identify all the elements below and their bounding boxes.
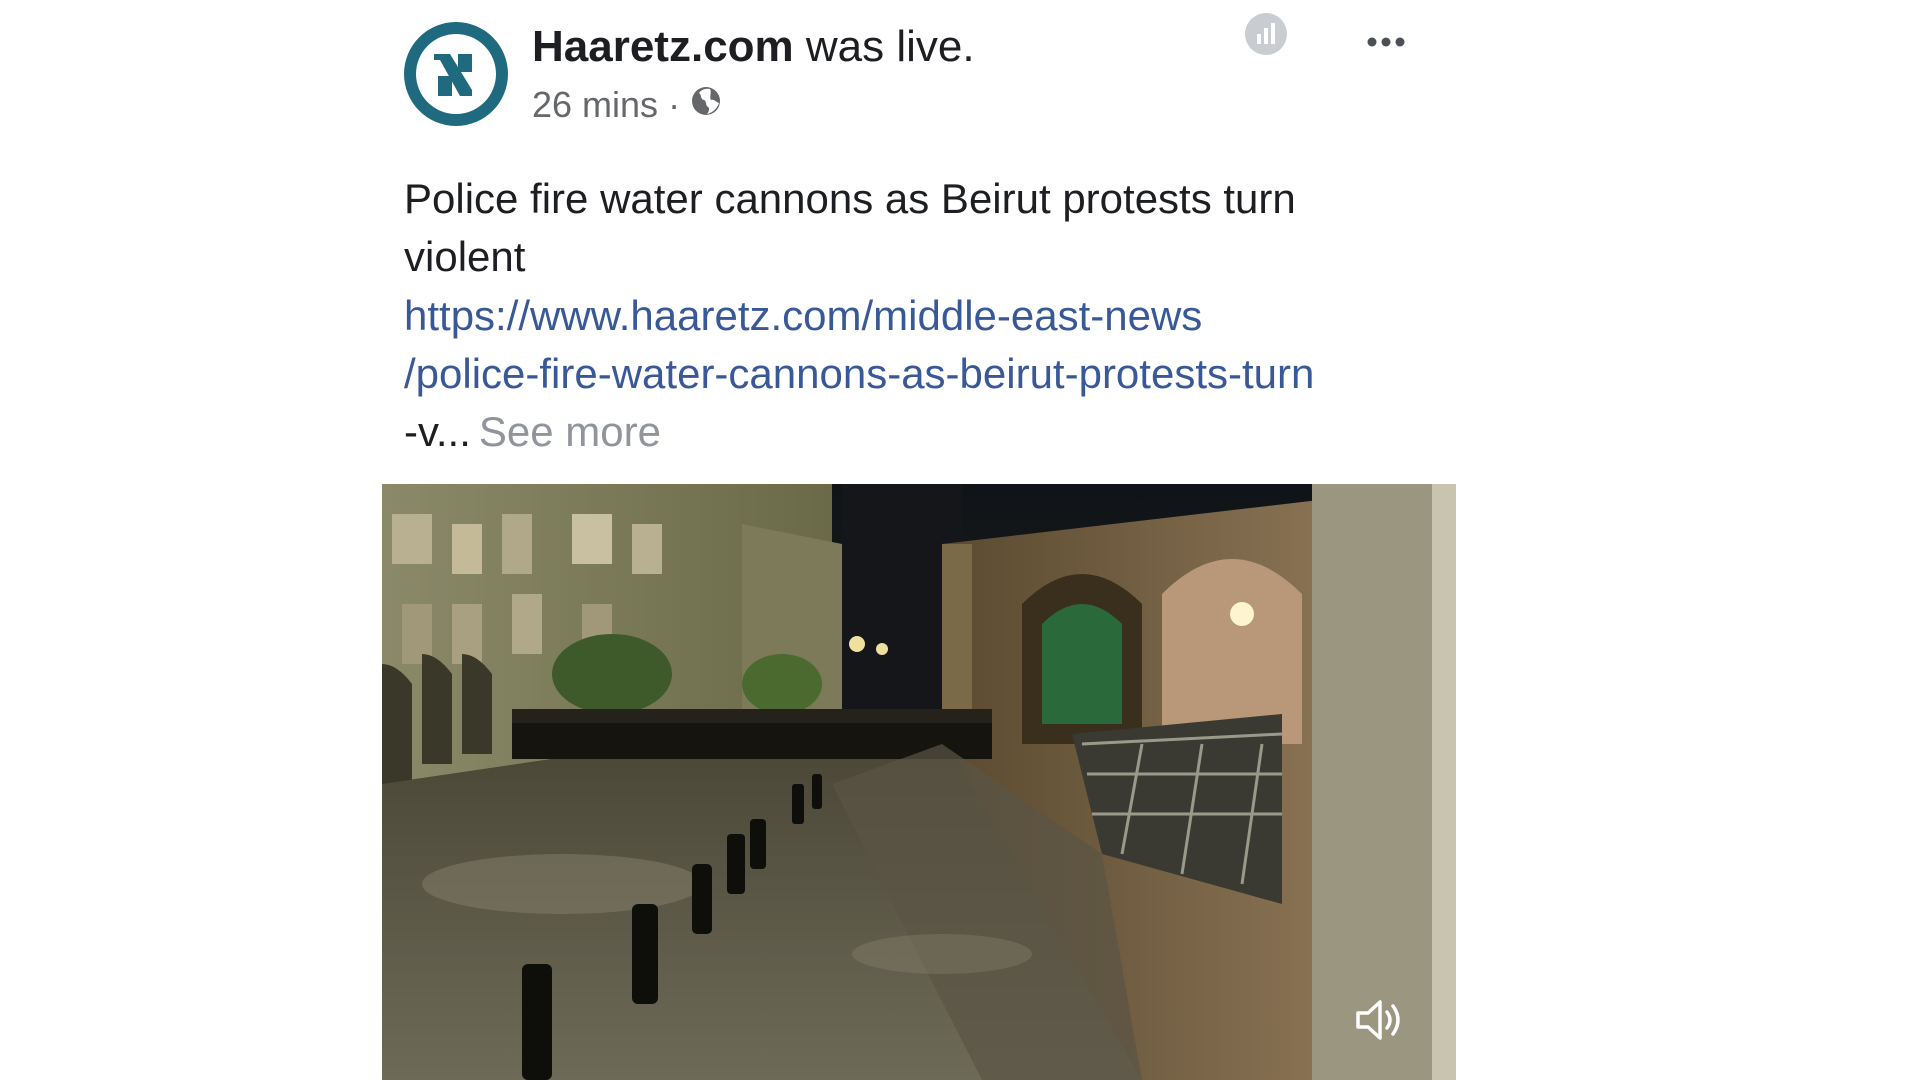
- link-line-2[interactable]: /police-fire-water-cannons-as-beirut-pro…: [404, 345, 1444, 403]
- video-frame: [382, 484, 1456, 1080]
- link-line-3-wrap: -v... See more: [404, 403, 1444, 461]
- bar-chart-icon[interactable]: [1244, 12, 1288, 56]
- link-line-1[interactable]: https://www.haaretz.com/middle-east-news: [404, 287, 1444, 345]
- page-avatar[interactable]: [404, 22, 508, 126]
- post-link[interactable]: https://www.haaretz.com/middle-east-news…: [404, 287, 1444, 461]
- globe-icon[interactable]: [690, 84, 722, 126]
- link-line-3[interactable]: -v...: [404, 408, 471, 455]
- post-meta: 26 mins ·: [532, 84, 722, 126]
- ellipsis-icon[interactable]: [1362, 22, 1410, 62]
- live-status-text: was live.: [793, 22, 975, 71]
- haaretz-logo-icon: [416, 34, 496, 114]
- post-header: Haaretz.com was live.: [532, 22, 975, 72]
- page: Haaretz.com was live. 26 mins · Police f…: [0, 0, 1920, 1080]
- live-post: Haaretz.com was live. 26 mins · Police f…: [382, 0, 1456, 1080]
- meta-separator: ·: [668, 84, 681, 125]
- page-name-link[interactable]: Haaretz.com: [532, 22, 794, 71]
- live-video-player[interactable]: [382, 484, 1456, 1080]
- post-timestamp[interactable]: 26 mins: [532, 84, 658, 126]
- see-more-link[interactable]: See more: [479, 408, 661, 455]
- post-text: Police fire water cannons as Beirut prot…: [404, 175, 1296, 280]
- volume-icon[interactable]: [1350, 992, 1406, 1048]
